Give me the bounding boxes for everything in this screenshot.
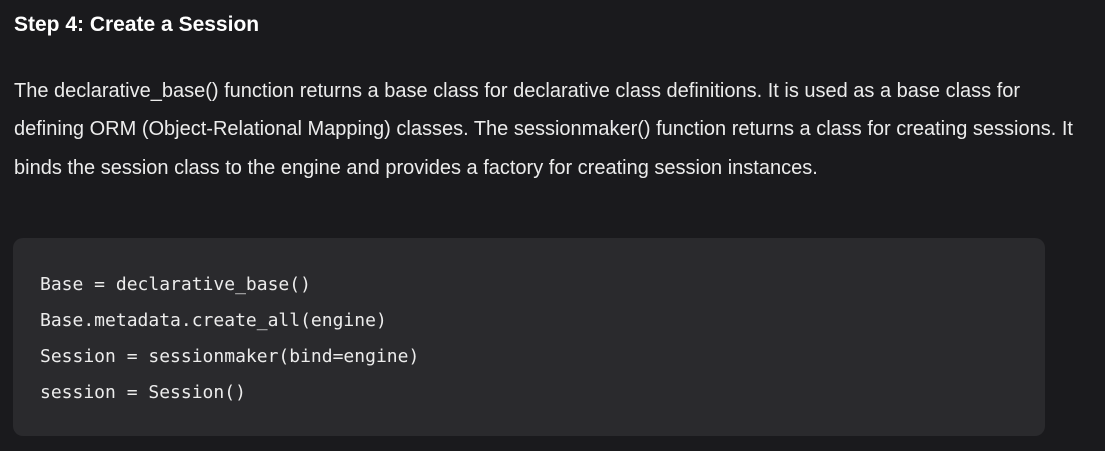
code-line: Base.metadata.create_all(engine): [40, 310, 387, 331]
description-paragraph: The declarative_base() function returns …: [14, 80, 1073, 179]
section-heading: Step 4: Create a Session: [14, 13, 260, 36]
code-line: Session = sessionmaker(bind=engine): [40, 346, 420, 367]
code-block[interactable]: Base = declarative_base() Base.metadata.…: [13, 238, 1045, 436]
code-line: Base = declarative_base(): [40, 274, 311, 295]
code-line: session = Session(): [40, 382, 246, 403]
